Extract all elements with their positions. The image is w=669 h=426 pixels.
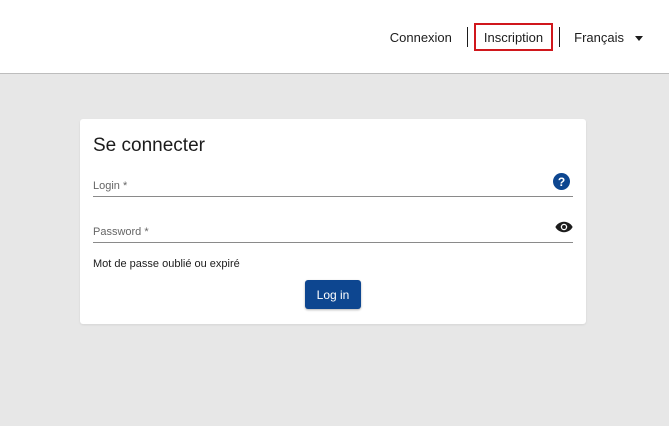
nav-divider <box>559 27 561 47</box>
chevron-down-icon <box>635 35 643 41</box>
login-card: Se connecter Login * ? Password * Mot de… <box>80 119 586 324</box>
page-title: Se connecter <box>93 135 205 156</box>
login-field: Login * ? <box>93 173 573 197</box>
inscription-link[interactable]: Inscription <box>473 23 554 51</box>
password-field: Password * <box>93 219 573 243</box>
question-mark-icon[interactable]: ? <box>553 173 570 190</box>
top-nav: Connexion Inscription Français <box>381 23 643 51</box>
nav-divider <box>466 27 468 47</box>
forgot-password-link[interactable]: Mot de passe oublié ou expiré <box>93 258 240 270</box>
password-input[interactable] <box>93 219 543 242</box>
login-input[interactable] <box>93 173 543 196</box>
language-selector[interactable]: Français <box>566 24 643 50</box>
top-header: Connexion Inscription Français <box>0 0 669 74</box>
eye-icon[interactable] <box>555 220 573 234</box>
language-label: Français <box>574 29 624 45</box>
connexion-link[interactable]: Connexion <box>381 24 461 50</box>
login-button[interactable]: Log in <box>305 280 361 309</box>
